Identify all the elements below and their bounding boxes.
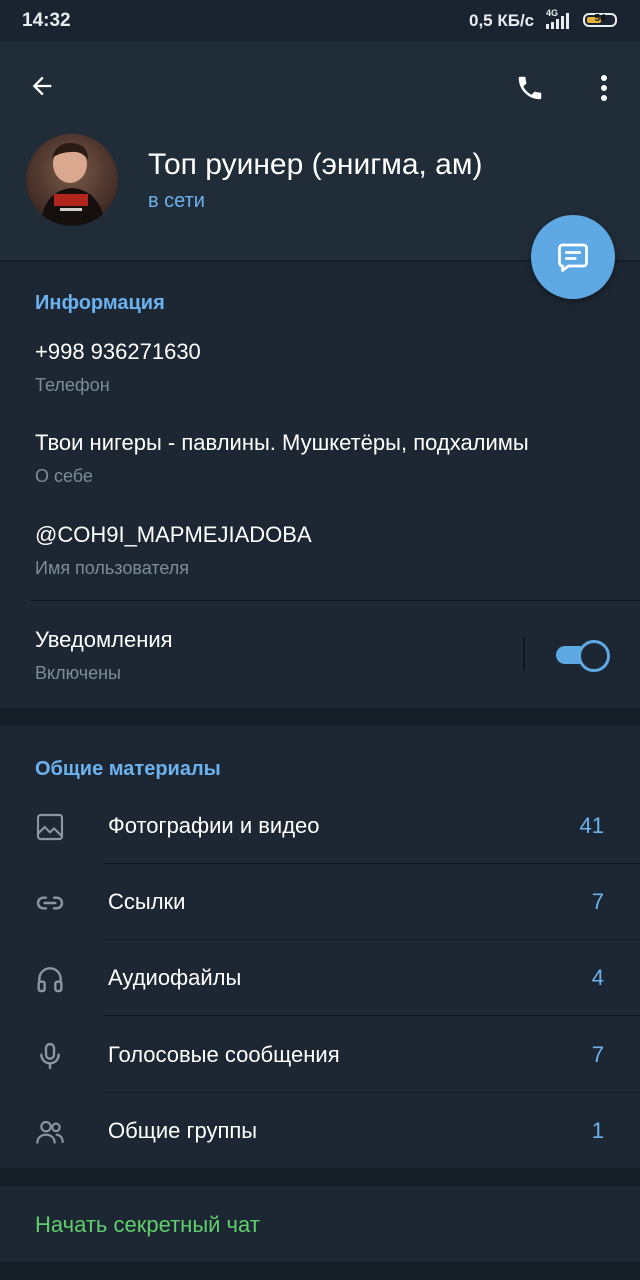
more-vert-icon <box>601 75 607 101</box>
info-divider <box>30 600 640 601</box>
phone-number[interactable]: +998 936271630 <box>35 339 201 365</box>
info-section: Информация +998 936271630 Телефон Твои н… <box>0 262 640 708</box>
username-label: Имя пользователя <box>35 558 190 578</box>
media-count: 4 <box>591 965 604 990</box>
microphone-icon <box>40 1042 60 1070</box>
status-time: 14:32 <box>22 10 71 31</box>
notifications-title[interactable]: Уведомления <box>35 627 173 653</box>
media-count: 7 <box>591 889 604 914</box>
back-button[interactable] <box>22 66 62 106</box>
status-bar: 14:32 0,5 КБ/с 4G 54 <box>0 0 640 42</box>
phone-icon <box>518 76 542 100</box>
media-label: Общие группы <box>108 1118 258 1143</box>
battery-icon: 54 <box>583 13 617 27</box>
shared-links-row[interactable]: Ссылки 7 <box>0 863 640 939</box>
link-icon <box>36 896 64 910</box>
media-label: Голосовые сообщения <box>108 1042 340 1067</box>
notifications-state: Включены <box>35 663 121 683</box>
shared-groups-row[interactable]: Общие группы 1 <box>0 1092 640 1168</box>
avatar[interactable] <box>26 134 118 226</box>
more-options-button[interactable] <box>586 66 622 110</box>
contact-name: Топ руинер (энигма, ам) <box>148 148 483 181</box>
shared-audio-row[interactable]: Аудиофайлы 4 <box>0 939 640 1015</box>
shared-media-title: Общие материалы <box>35 758 221 780</box>
shared-media-section: Общие материалы Фотографии и видео 41 Сс… <box>0 726 640 1168</box>
arrow-left-icon <box>32 76 52 96</box>
media-count: 7 <box>591 1042 604 1067</box>
info-title: Информация <box>35 292 165 314</box>
send-message-button[interactable] <box>531 215 615 299</box>
toggle-separator <box>523 637 525 671</box>
username[interactable]: @COH9I_MAPMEJIADOBA <box>35 522 312 548</box>
message-icon <box>558 243 588 272</box>
start-secret-chat-button[interactable]: Начать секретный чат <box>35 1212 260 1238</box>
notifications-toggle[interactable] <box>556 640 610 672</box>
media-count: 1 <box>591 1118 604 1143</box>
battery-level: 54 <box>594 13 606 24</box>
call-button[interactable] <box>508 66 552 110</box>
group-icon <box>36 1120 64 1144</box>
signal-icon <box>546 13 569 29</box>
media-label: Аудиофайлы <box>108 965 242 990</box>
headphones-icon <box>37 967 63 993</box>
bio-text[interactable]: Твои нигеры - павлины. Мушкетёры, подхал… <box>35 430 529 456</box>
shared-voice-row[interactable]: Голосовые сообщения 7 <box>0 1016 640 1092</box>
network-speed: 0,5 КБ/с <box>469 11 535 30</box>
media-label: Ссылки <box>108 889 186 914</box>
shared-photos-row[interactable]: Фотографии и видео 41 <box>0 787 640 863</box>
photo-icon <box>36 813 64 841</box>
phone-label: Телефон <box>35 375 110 395</box>
media-label: Фотографии и видео <box>108 813 320 838</box>
media-count: 41 <box>579 813 604 838</box>
online-status: в сети <box>148 190 205 212</box>
avatar-image <box>26 134 118 226</box>
secret-chat-section: Начать секретный чат <box>0 1186 640 1262</box>
bio-label: О себе <box>35 466 93 486</box>
